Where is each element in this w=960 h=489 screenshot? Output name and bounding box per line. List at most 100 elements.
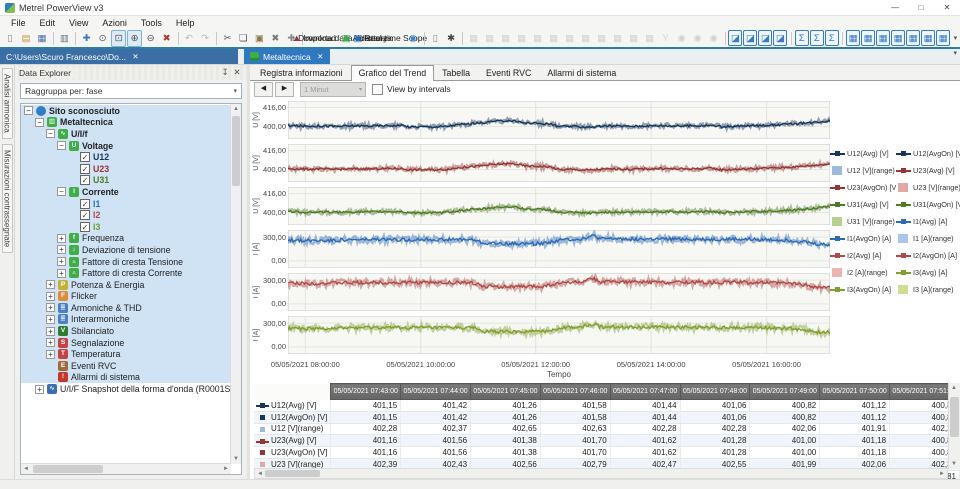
column-header-time[interactable]: 05/05/2021 07:48:00 (680, 384, 750, 400)
tree-item-frequenza[interactable]: +fFrequenza (21, 233, 231, 245)
tree-item-u-i-f-snapshot-della-forma-d-o[interactable]: +∿U/I/F Snapshot della forma d'onda (R00… (21, 383, 231, 395)
value-cell[interactable]: 402,06 (750, 423, 820, 435)
toolbar-layout-tool-button[interactable]: ▦ (936, 30, 950, 46)
value-cell[interactable]: 401,16 (331, 447, 401, 459)
table-row-u12-avgon-v[interactable]: U12(AvgOn) [V]401,15401,42401,26401,5840… (254, 411, 960, 423)
tree-item-u23[interactable]: ✓U23 (21, 163, 231, 175)
legend-item-u12-avg-v[interactable]: U12(Avg) [V] (830, 145, 896, 162)
expand-icon[interactable]: + (46, 350, 55, 359)
value-cell[interactable]: 402,37 (401, 423, 471, 435)
pin-icon[interactable]: ↧ (219, 67, 231, 78)
expand-icon[interactable]: + (57, 245, 66, 254)
toolbar-zoom-in-button[interactable]: ⊕ (127, 30, 142, 47)
legend-item-i1-avg-a[interactable]: I1(Avg) [A] (896, 213, 960, 230)
tree-item-temperatura[interactable]: +TTemperatura (21, 348, 231, 360)
minimize-button[interactable]: — (882, 0, 908, 15)
table-horizontal-scrollbar[interactable]: ◄► (254, 468, 948, 479)
toolbar-web-button[interactable]: ◉ (405, 30, 420, 47)
toolbar-layout-tool-button[interactable]: ▦ (921, 30, 935, 46)
tab-close-icon[interactable]: ✕ (317, 52, 324, 61)
value-cell[interactable]: 402,28 (680, 423, 750, 435)
legend-item-u31-avg-v[interactable]: U31(Avg) [V] (830, 196, 896, 213)
legend-item-i1-avgon-a[interactable]: I1(AvgOn) [A] (830, 230, 896, 247)
tab-allarmi-di-sistema[interactable]: Allarmi di sistema (539, 65, 624, 80)
value-cell[interactable]: 401,16 (331, 435, 401, 447)
toolbar-print-button[interactable]: ▥ (57, 30, 72, 47)
value-cell[interactable]: 401,56 (401, 435, 471, 447)
table-vertical-scrollbar[interactable]: ▲▼ (948, 383, 960, 469)
tab-registra-informazioni[interactable]: Registra informazioni (252, 65, 351, 80)
toolbar-calc-tool-button[interactable]: Σ (825, 30, 839, 46)
tree-item-sbilanciato[interactable]: +VSbilanciato (21, 325, 231, 337)
value-cell[interactable]: 400,82 (750, 400, 820, 412)
value-cell[interactable]: 400,82 (750, 411, 820, 423)
toolbar-zoom-button[interactable]: ⊙ (95, 30, 110, 47)
toolbar-copy-button[interactable]: ❏ (236, 30, 251, 47)
legend-item-i2-a-range[interactable]: I2 [A](range) (830, 264, 896, 281)
toolbar-realtime-scope-button[interactable]: ▣Real-time Scope (378, 30, 404, 47)
table-row-u12-v-range[interactable]: U12 [V](range)402,28402,37402,65402,6340… (254, 423, 960, 435)
toolbar-zoom-reset-button[interactable]: ✖ (159, 30, 174, 47)
tab-metaltecnica[interactable]: Metaltecnica ✕ (244, 49, 330, 64)
legend-item-u23-avg-v[interactable]: U23(Avg) [V] (896, 162, 960, 179)
tree-item-fattore-di-cresta-corrente[interactable]: +▵Fattore di cresta Corrente (21, 267, 231, 279)
value-cell[interactable]: 401,06 (680, 411, 750, 423)
tab-close-icon[interactable]: ✕ (132, 52, 139, 61)
value-cell[interactable]: 401,26 (471, 400, 541, 412)
tree-item-u-i-f[interactable]: −∿U/I/f (21, 128, 231, 140)
checkbox-i2[interactable]: ✓ (80, 210, 90, 220)
toolbar-report-button[interactable]: ▯ (428, 30, 443, 47)
toolbar-layout-tool-button[interactable]: ▦ (906, 30, 920, 46)
expand-icon[interactable]: + (46, 327, 55, 336)
toolbar-layout-tool-button[interactable]: ▦ (891, 30, 905, 46)
value-cell[interactable]: 401,12 (820, 411, 890, 423)
menu-item-view[interactable]: View (62, 18, 95, 28)
value-cell[interactable]: 401,58 (540, 400, 610, 412)
legend-item-u31-avgon-v[interactable]: U31(AvgOn) [V] (896, 196, 960, 213)
plot-u31-avg-v[interactable] (288, 187, 830, 225)
tree-item-potenza-energia[interactable]: +PPotenza & Energia (21, 279, 231, 291)
menu-item-azioni[interactable]: Azioni (95, 18, 134, 28)
toolbar-layout-tool-button[interactable]: ▦ (861, 30, 875, 46)
side-tab-misurazioni-contrassegnate[interactable]: Misurazioni contrassegnate (2, 144, 13, 253)
toolbar-new-button[interactable]: ▯ (3, 30, 18, 47)
toolbar-graph-tool-button[interactable]: ◪ (773, 30, 787, 46)
toolbar-zoom-out-button[interactable]: ⊖ (143, 30, 158, 47)
collapse-icon[interactable]: − (35, 118, 44, 127)
tree-item-eventi-rvc[interactable]: EEventi RVC (21, 360, 231, 372)
toolbar-open-button[interactable]: ▤ (19, 30, 34, 47)
tree-item-voltage[interactable]: −UVoltage (21, 140, 231, 152)
toolbar-graph-tool-button[interactable]: ◪ (728, 30, 742, 46)
view-by-intervals-checkbox[interactable] (372, 84, 383, 95)
tab-grafico-del-trend[interactable]: Grafico del Trend (351, 65, 434, 81)
value-cell[interactable]: 401,26 (471, 411, 541, 423)
value-cell[interactable]: 401,00 (750, 447, 820, 459)
value-cell[interactable]: 401,28 (680, 435, 750, 447)
expand-icon[interactable]: + (46, 280, 55, 289)
table-row-u23-avgon-v[interactable]: U23(AvgOn) [V]401,16401,56401,38401,7040… (254, 447, 960, 459)
tab-eventi-rvc[interactable]: Eventi RVC (478, 65, 539, 80)
plot-u23-avg-v[interactable] (288, 144, 830, 182)
value-cell[interactable]: 401,42 (401, 400, 471, 412)
legend-item-u12-v-range[interactable]: U12 [V](range) (830, 162, 896, 179)
value-cell[interactable]: 401,62 (610, 435, 680, 447)
expand-icon[interactable]: + (57, 257, 66, 266)
tree-item-metaltecnica[interactable]: −▥Metaltecnica (21, 117, 231, 129)
prev-interval-button[interactable]: ◀ (254, 82, 273, 97)
tree-item-u12[interactable]: ✓U12 (21, 151, 231, 163)
tree-item-armoniche-thd[interactable]: +≣Armoniche & THD (21, 302, 231, 314)
value-cell[interactable]: 402,65 (471, 423, 541, 435)
plot-u12-avg-v[interactable] (288, 101, 830, 139)
value-cell[interactable]: 401,70 (540, 435, 610, 447)
value-cell[interactable]: 401,44 (610, 411, 680, 423)
value-cell[interactable]: 401,15 (331, 400, 401, 412)
column-header-time[interactable]: 05/05/2021 07:49:00 (750, 384, 820, 400)
expand-icon[interactable]: + (35, 385, 44, 394)
toolbar-cut-button[interactable]: ✂ (220, 30, 235, 47)
legend-item-i2-avgon-a[interactable]: I2(AvgOn) [A] (896, 247, 960, 264)
toolbar-layout-tool-button[interactable]: ▦ (846, 30, 860, 46)
group-by-dropdown[interactable]: Raggruppa per: fase ▾ (20, 83, 242, 99)
menu-item-tools[interactable]: Tools (134, 18, 169, 28)
toolbar-save-button[interactable]: ▦ (35, 30, 50, 47)
tree-item-flicker[interactable]: +FFlicker (21, 291, 231, 303)
